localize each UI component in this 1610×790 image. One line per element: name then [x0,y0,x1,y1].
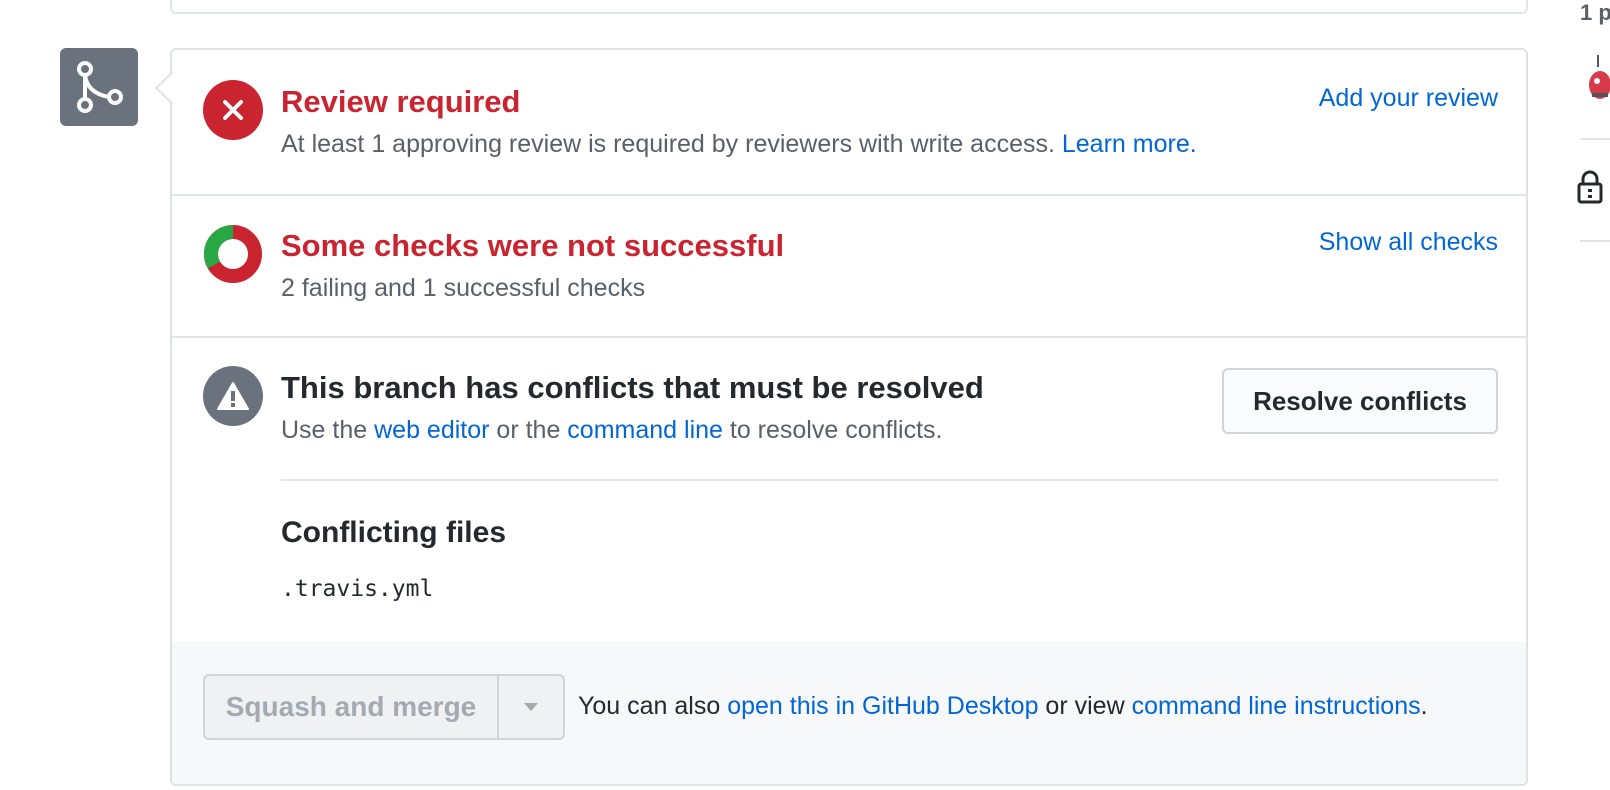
conflicts-description: Use the web editor or the command line t… [281,416,942,445]
git-merge-icon [77,61,123,113]
checks-description: 2 failing and 1 successful checks [281,274,646,302]
donut-status-icon [203,224,263,284]
checks-title: Some checks were not successful [281,228,785,263]
github-desktop-link[interactable]: open this in GitHub Desktop [727,692,1038,720]
merge-section: Squash and merge You can also open this … [172,642,1526,784]
lock-icon [1577,170,1603,209]
participants-count: 1 p [1580,0,1610,25]
merge-text-prefix: You can also [578,692,728,720]
alert-icon [203,366,263,426]
conflicts-desc-prefix: Use the [281,416,375,444]
triangle-down-icon [524,703,538,711]
participant-avatar[interactable] [1588,55,1610,103]
conflicting-file: .travis.yml [281,576,434,602]
merge-text-suffix: . [1420,692,1428,720]
review-description: At least 1 approving review is required … [281,130,1197,159]
merge-alternatives-text: You can also open this in GitHub Desktop… [578,692,1428,721]
review-description-text: At least 1 approving review is required … [281,130,1062,158]
merge-box: Review required At least 1 approving rev… [170,48,1528,786]
conflicts-desc-suffix: to resolve conflicts. [722,416,943,444]
merge-button-group: Squash and merge [203,674,565,740]
conflicting-files-title: Conflicting files [281,516,506,549]
conflicts-divider [281,479,1498,481]
review-section: Review required At least 1 approving rev… [172,50,1526,196]
merge-avatar [60,48,138,126]
conflicts-desc-mid: or the [489,416,568,444]
squash-and-merge-button[interactable]: Squash and merge [205,676,499,738]
x-circle-icon [203,80,263,140]
sidebar-divider [1580,138,1610,140]
resolve-conflicts-button[interactable]: Resolve conflicts [1222,368,1498,434]
add-review-link[interactable]: Add your review [1319,84,1498,113]
sidebar-divider [1580,240,1610,242]
conflicts-section: This branch has conflicts that must be r… [172,336,1526,644]
review-title: Review required [281,84,521,119]
previous-timeline-box [170,0,1528,14]
checks-section: Some checks were not successful 2 failin… [172,194,1526,338]
command-line-link[interactable]: command line [567,416,723,444]
learn-more-link[interactable]: Learn more. [1062,130,1197,158]
show-all-checks-link[interactable]: Show all checks [1319,228,1498,257]
merge-method-dropdown[interactable] [499,676,563,738]
conflicts-title: This branch has conflicts that must be r… [281,370,984,405]
web-editor-link[interactable]: web editor [374,416,489,444]
command-line-instructions-link[interactable]: command line instructions [1132,692,1421,720]
merge-text-mid: or view [1038,692,1132,720]
